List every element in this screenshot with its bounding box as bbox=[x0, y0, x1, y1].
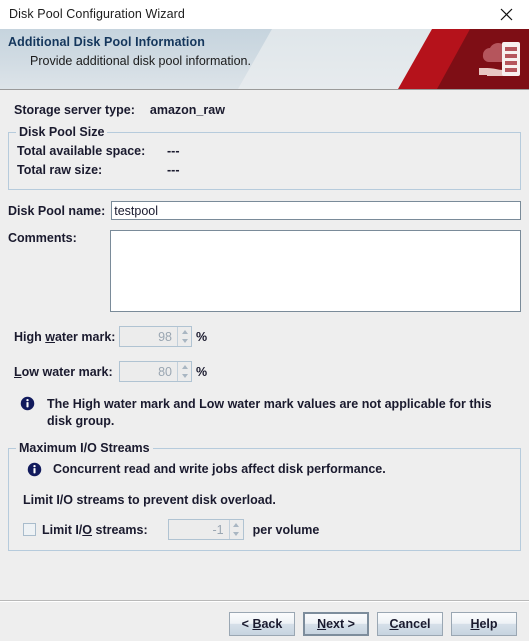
info-icon bbox=[20, 396, 35, 411]
low-water-mark-unit: % bbox=[192, 365, 207, 379]
limit-io-streams-increment[interactable] bbox=[230, 520, 243, 530]
info-icon bbox=[27, 462, 42, 477]
high-water-mark-row: High water mark: 98 % bbox=[8, 312, 521, 347]
storage-server-type-row: Storage server type: amazon_raw bbox=[8, 90, 521, 126]
limit-io-streams-spinner-buttons[interactable] bbox=[229, 520, 243, 539]
high-water-mark-value: 98 bbox=[120, 327, 177, 346]
chevron-down-icon bbox=[182, 374, 188, 378]
chevron-up-icon bbox=[182, 365, 188, 369]
wizard-content: Storage server type: amazon_raw Disk Poo… bbox=[0, 90, 529, 551]
window-titlebar: Disk Pool Configuration Wizard bbox=[0, 0, 529, 29]
high-water-mark-increment[interactable] bbox=[178, 327, 191, 337]
cancel-button[interactable]: Cancel bbox=[377, 612, 443, 636]
water-mark-note: The High water mark and Low water mark v… bbox=[8, 382, 521, 430]
banner-text-block: Additional Disk Pool Information Provide… bbox=[0, 29, 529, 68]
close-glyph bbox=[500, 8, 513, 21]
low-water-mark-decrement[interactable] bbox=[178, 372, 191, 382]
total-raw-size-value: --- bbox=[167, 163, 180, 177]
high-water-mark-spinner[interactable]: 98 bbox=[119, 326, 192, 347]
disk-pool-size-group: Disk Pool Size Total available space: --… bbox=[8, 132, 521, 190]
high-water-mark-decrement[interactable] bbox=[178, 337, 191, 347]
back-button[interactable]: < Back bbox=[229, 612, 295, 636]
chevron-down-icon bbox=[182, 339, 188, 343]
low-water-mark-spinner-buttons[interactable] bbox=[177, 362, 191, 381]
disk-pool-name-row: Disk Pool name: bbox=[8, 190, 521, 220]
limit-io-streams-label: Limit I/O streams: bbox=[36, 523, 148, 537]
limit-io-streams-decrement[interactable] bbox=[230, 530, 243, 540]
total-raw-size-row: Total raw size: --- bbox=[9, 162, 520, 181]
comments-label: Comments: bbox=[8, 230, 77, 245]
banner-subtitle: Provide additional disk pool information… bbox=[8, 49, 529, 68]
total-available-space-row: Total available space: --- bbox=[9, 143, 520, 162]
close-icon[interactable] bbox=[483, 0, 529, 28]
storage-server-type-value: amazon_raw bbox=[135, 103, 225, 117]
limit-io-streams-value: -1 bbox=[169, 520, 229, 539]
total-available-space-label: Total available space: bbox=[17, 144, 167, 158]
banner-title: Additional Disk Pool Information bbox=[8, 35, 529, 49]
footer-separator bbox=[0, 600, 529, 602]
wizard-banner: Additional Disk Pool Information Provide… bbox=[0, 29, 529, 90]
chevron-up-icon bbox=[233, 523, 239, 527]
low-water-mark-increment[interactable] bbox=[178, 362, 191, 372]
max-io-streams-info: Concurrent read and write jobs affect di… bbox=[9, 461, 520, 482]
next-button[interactable]: Next > bbox=[303, 612, 369, 636]
total-raw-size-label: Total raw size: bbox=[17, 163, 167, 177]
disk-pool-size-legend: Disk Pool Size bbox=[16, 125, 107, 139]
limit-io-streams-row: Limit I/O streams: -1 per volume bbox=[9, 507, 520, 540]
max-io-streams-legend: Maximum I/O Streams bbox=[16, 441, 153, 455]
low-water-mark-value: 80 bbox=[120, 362, 177, 381]
high-water-mark-unit: % bbox=[192, 330, 207, 344]
limit-io-streams-suffix: per volume bbox=[244, 523, 320, 537]
window-title: Disk Pool Configuration Wizard bbox=[0, 7, 185, 21]
limit-io-streams-spinner[interactable]: -1 bbox=[168, 519, 244, 540]
wizard-footer: < Back Next > Cancel Help bbox=[0, 606, 529, 641]
max-io-streams-info-text: Concurrent read and write jobs affect di… bbox=[42, 461, 386, 478]
max-io-streams-group: Maximum I/O Streams Concurrent read and … bbox=[8, 448, 521, 551]
low-water-mark-label: Low water mark: bbox=[14, 365, 119, 379]
comments-textarea[interactable] bbox=[110, 230, 521, 312]
low-water-mark-spinner[interactable]: 80 bbox=[119, 361, 192, 382]
chevron-down-icon bbox=[233, 532, 239, 536]
max-io-streams-subtext: Limit I/O streams to prevent disk overlo… bbox=[9, 482, 520, 507]
total-available-space-value: --- bbox=[167, 144, 180, 158]
low-water-mark-row: Low water mark: 80 % bbox=[8, 347, 521, 382]
high-water-mark-spinner-buttons[interactable] bbox=[177, 327, 191, 346]
help-button[interactable]: Help bbox=[451, 612, 517, 636]
disk-pool-name-label: Disk Pool name: bbox=[8, 204, 105, 218]
comments-row: Comments: bbox=[8, 220, 521, 312]
high-water-mark-label: High water mark: bbox=[14, 330, 119, 344]
storage-server-type-label: Storage server type: bbox=[14, 103, 135, 117]
chevron-up-icon bbox=[182, 330, 188, 334]
disk-pool-name-input[interactable] bbox=[111, 201, 521, 220]
limit-io-streams-checkbox[interactable] bbox=[23, 523, 36, 536]
water-mark-note-text: The High water mark and Low water mark v… bbox=[35, 396, 509, 430]
